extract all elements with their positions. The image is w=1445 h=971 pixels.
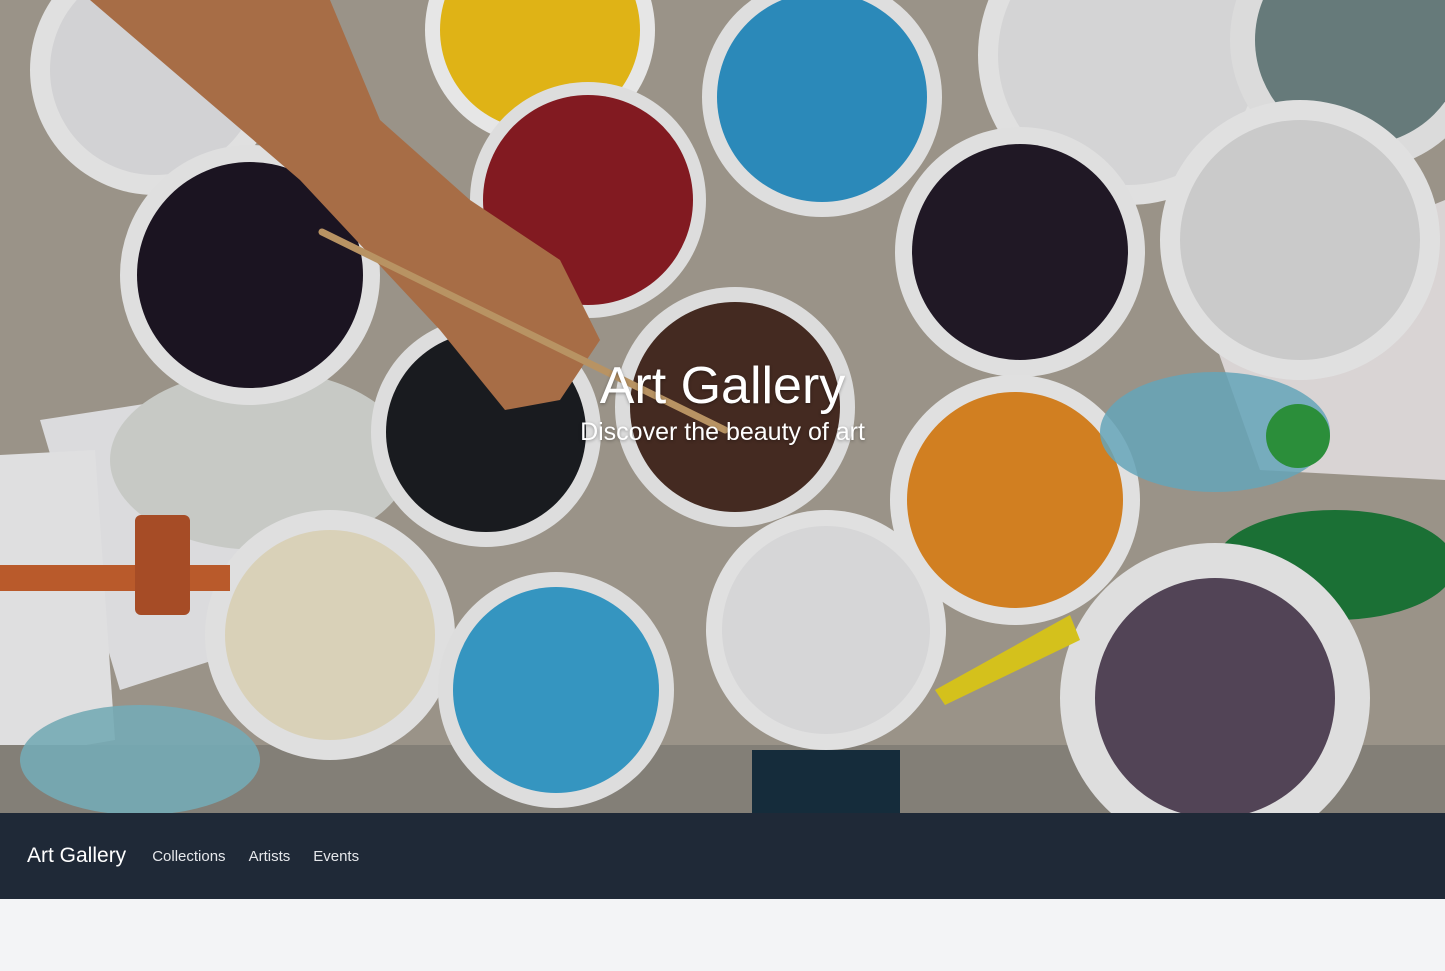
brand-link[interactable]: Art Gallery [27,844,126,868]
hero-text-block: Art Gallery Discover the beauty of art [0,355,1445,447]
nav-links: Collections Artists Events [152,848,382,865]
nav-link-events[interactable]: Events [313,848,359,865]
main-navbar: Art Gallery Collections Artists Events [0,813,1445,899]
hero-subtitle: Discover the beauty of art [580,418,865,446]
page-content-area [0,899,1445,971]
nav-link-artists[interactable]: Artists [249,848,291,865]
hero-title: Art Gallery [599,357,846,415]
hero-banner: Art Gallery Discover the beauty of art [0,0,1445,813]
nav-link-collections[interactable]: Collections [152,848,225,865]
